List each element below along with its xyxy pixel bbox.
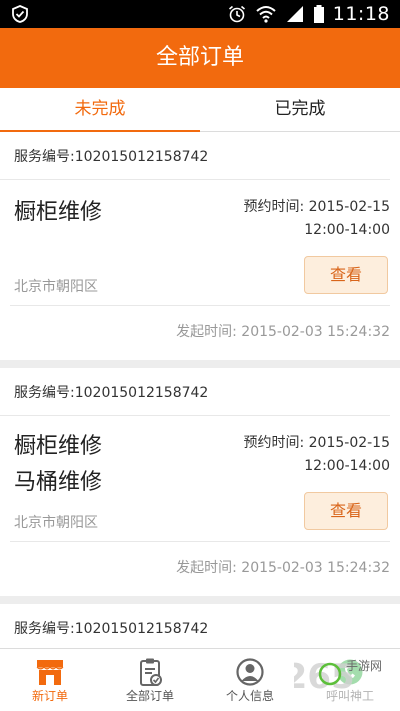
store-icon bbox=[36, 660, 64, 685]
bottom-nav: 新订单 全部订单 个人信息 呼叫神工 bbox=[0, 648, 400, 711]
appointment-date: 预约时间: 2015-02-15 bbox=[243, 199, 390, 215]
created-time: 发起时间: 2015-02-03 15:24:32 bbox=[176, 560, 390, 576]
appointment-date: 预约时间: 2015-02-15 bbox=[243, 435, 390, 451]
tab-completed[interactable]: 已完成 bbox=[200, 88, 400, 131]
nav-profile[interactable]: 个人信息 bbox=[200, 649, 300, 711]
order-id: 服务编号:102015012158742 bbox=[14, 621, 209, 637]
order-id: 服务编号:102015012158742 bbox=[0, 132, 390, 180]
tab-incomplete[interactable]: 未完成 bbox=[0, 88, 200, 132]
created-time: 发起时间: 2015-02-03 15:24:32 bbox=[176, 324, 390, 340]
order-address: 北京市朝阳区 bbox=[14, 515, 98, 531]
service-name: 橱柜维修 bbox=[14, 434, 103, 459]
order-card: 服务编号:102015012158742 橱柜维修 预约时间: 2015-02-… bbox=[0, 132, 400, 360]
phone-icon bbox=[337, 659, 363, 685]
nav-label: 全部订单 bbox=[125, 689, 174, 703]
view-button[interactable]: 查看 bbox=[304, 492, 388, 530]
order-address: 北京市朝阳区 bbox=[14, 279, 98, 295]
person-icon bbox=[236, 658, 264, 686]
page-title: 全部订单 bbox=[0, 28, 400, 88]
nav-call-worker[interactable]: 呼叫神工 bbox=[300, 649, 400, 711]
battery-icon bbox=[313, 5, 324, 23]
appointment-time: 12:00-14:00 bbox=[304, 458, 390, 474]
nav-label: 个人信息 bbox=[225, 689, 274, 703]
view-button[interactable]: 查看 bbox=[304, 256, 388, 294]
wifi-icon bbox=[256, 6, 276, 23]
notification-shield-icon bbox=[12, 5, 28, 23]
order-card: 服务编号:102015012158742 橱柜维修 马桶维修 预约时间: 201… bbox=[0, 368, 400, 596]
nav-label: 呼叫神工 bbox=[325, 689, 374, 703]
clipboard-check-icon bbox=[140, 658, 162, 686]
nav-new-orders[interactable]: 新订单 bbox=[0, 649, 100, 711]
nav-all-orders[interactable]: 全部订单 bbox=[100, 649, 200, 711]
status-bar: 11:18 bbox=[0, 0, 400, 28]
order-body: 橱柜维修 马桶维修 预约时间: 2015-02-15 12:00-14:00 北… bbox=[10, 416, 390, 542]
order-body: 橱柜维修 预约时间: 2015-02-15 12:00-14:00 北京市朝阳区… bbox=[10, 180, 390, 306]
order-card: 服务编号:102015012158742 bbox=[0, 604, 400, 648]
signal-icon bbox=[286, 6, 303, 22]
appointment-time: 12:00-14:00 bbox=[304, 222, 390, 238]
order-id: 服务编号:102015012158742 bbox=[0, 368, 390, 416]
alarm-icon bbox=[228, 5, 245, 23]
service-name: 马桶维修 bbox=[14, 470, 103, 495]
service-name: 橱柜维修 bbox=[14, 200, 103, 225]
clock: 11:18 bbox=[332, 3, 390, 25]
order-tabs: 未完成 已完成 bbox=[0, 88, 400, 132]
nav-label: 新订单 bbox=[31, 689, 68, 703]
